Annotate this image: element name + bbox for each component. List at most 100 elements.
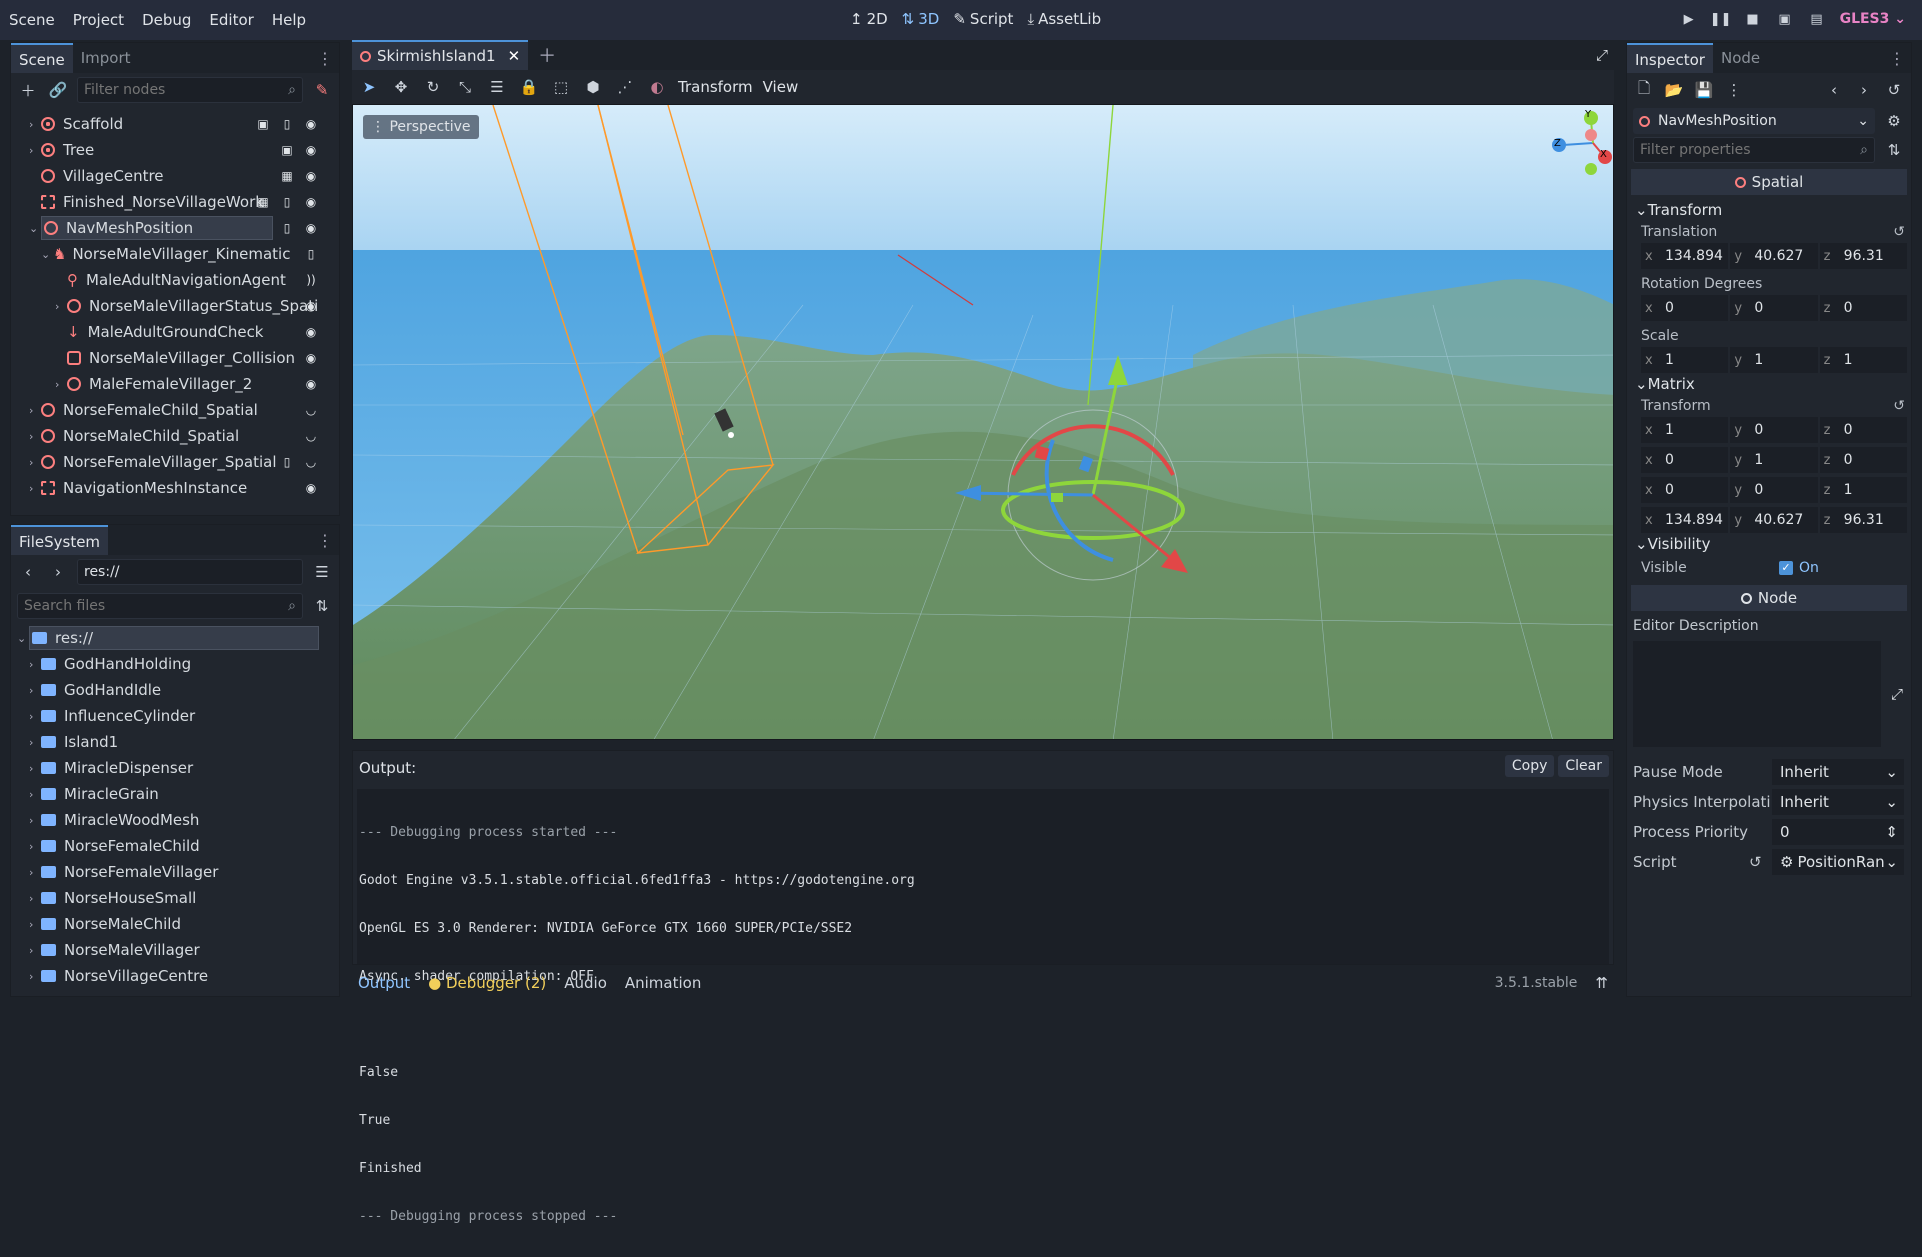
copy-button[interactable]: Copy <box>1504 755 1555 777</box>
filter-nodes-field[interactable] <box>84 82 289 98</box>
tab-audio[interactable]: Audio <box>564 974 607 992</box>
select-mode-icon[interactable]: ➤ <box>358 76 380 98</box>
menu-debug[interactable]: Debug <box>133 11 200 29</box>
back-icon[interactable]: ‹ <box>17 561 39 583</box>
group-icon[interactable]: ⬚ <box>550 76 572 98</box>
hidden-eye-icon[interactable]: ◡ <box>303 454 319 470</box>
pause-icon[interactable]: ❚❚ <box>1710 10 1732 28</box>
tab-scene[interactable]: Scene <box>11 43 73 73</box>
signal-icon[interactable]: )) <box>303 272 319 288</box>
collapse-icon[interactable]: ⌄ <box>41 248 53 261</box>
matrix-x[interactable]: x0 <box>1641 477 1729 503</box>
hidden-eye-icon[interactable]: ◡ <box>303 402 319 418</box>
local-space-icon[interactable]: ⬢ <box>582 76 604 98</box>
expand-icon[interactable]: › <box>29 970 41 983</box>
section-transform[interactable]: ⌄ Transform <box>1627 199 1911 221</box>
property-settings-icon[interactable]: ⇅ <box>1883 139 1905 161</box>
history-back-icon[interactable]: ‹ <box>1823 79 1845 101</box>
tree-item-norsemalevillager-collision[interactable]: NorseMaleVillager_Collision ◉ <box>11 345 339 371</box>
fullscreen-icon[interactable]: ⤢ <box>1596 46 1608 64</box>
folder-item[interactable]: › MiracleGrain <box>11 781 339 807</box>
filter-properties-field[interactable] <box>1640 142 1861 158</box>
tab-skirmishisland1[interactable]: SkirmishIsland1 ✕ <box>352 40 529 71</box>
menu-editor[interactable]: Editor <box>200 11 262 29</box>
list-select-icon[interactable]: ☰ <box>486 76 508 98</box>
script-icon[interactable]: ▯ <box>279 454 295 470</box>
visibility-eye-icon[interactable]: ◉ <box>303 194 319 210</box>
3d-viewport[interactable]: ⋮ Perspective Y X Z <box>352 104 1614 740</box>
expand-icon[interactable]: › <box>29 762 41 775</box>
tree-item-navigationmeshinstance[interactable]: › NavigationMeshInstance ◉ <box>11 475 339 501</box>
attach-script-icon[interactable]: ✎ <box>311 79 333 101</box>
camera-icon[interactable]: ◐ <box>646 76 668 98</box>
more-icon[interactable]: ⋮ <box>1723 79 1745 101</box>
translation-x[interactable]: x 134.894 <box>1641 243 1729 269</box>
script-icon[interactable]: ▯ <box>303 246 319 262</box>
tab-output[interactable]: Output <box>358 974 410 992</box>
expand-icon[interactable]: › <box>29 404 41 417</box>
tree-item-finished-norsevillagework[interactable]: Finished_NorseVillageWork ▦ ▯ ◉ <box>11 189 339 215</box>
mode-assetlib-button[interactable]: ⤓ AssetLib <box>1027 10 1101 28</box>
expand-icon[interactable]: › <box>29 814 41 827</box>
expand-icon[interactable]: › <box>29 892 41 905</box>
folder-item[interactable]: › NorseFemaleChild <box>11 833 339 859</box>
reset-icon[interactable]: ↺ <box>1893 398 1905 414</box>
script-icon[interactable]: ▯ <box>279 220 295 236</box>
tab-inspector[interactable]: Inspector <box>1627 43 1713 73</box>
forward-icon[interactable]: › <box>47 561 69 583</box>
stop-icon[interactable]: ■ <box>1744 10 1762 28</box>
move-mode-icon[interactable]: ✥ <box>390 76 412 98</box>
snap-icon[interactable]: ⋰ <box>614 76 636 98</box>
tab-debugger[interactable]: ● Debugger (2) <box>428 974 546 992</box>
history-icon[interactable]: ↺ <box>1883 79 1905 101</box>
tab-node[interactable]: Node <box>1713 43 1768 73</box>
visibility-eye-icon[interactable]: ◉ <box>303 298 319 314</box>
tree-item-maleadultnavigationagent[interactable]: ⚲ MaleAdultNavigationAgent)) <box>11 267 339 293</box>
scale-mode-icon[interactable]: ⤡ <box>454 76 476 98</box>
renderer-select[interactable]: GLES3 ⌄ <box>1840 11 1906 27</box>
tree-item-res-root[interactable]: ⌄ res:// <box>11 625 339 651</box>
tab-filesystem[interactable]: FileSystem <box>11 525 109 555</box>
expand-icon[interactable]: › <box>29 144 41 157</box>
visibility-eye-icon[interactable]: ◉ <box>303 168 319 184</box>
tree-item-norsemalevillagerstatus-spatial[interactable]: › NorseMaleVillagerStatus_Spati ◉ <box>11 293 339 319</box>
sort-icon[interactable]: ⇅ <box>311 595 333 617</box>
lock-icon[interactable]: 🔒 <box>518 76 540 98</box>
close-icon[interactable]: ✕ <box>508 41 521 71</box>
dock-menu-icon[interactable]: ⋮ <box>1889 49 1905 68</box>
script-icon[interactable]: ▯ <box>279 116 295 132</box>
dock-menu-icon[interactable]: ⋮ <box>317 49 333 68</box>
rotate-mode-icon[interactable]: ↻ <box>422 76 444 98</box>
mode-3d-button[interactable]: ⇅ 3D <box>902 10 940 28</box>
expand-icon[interactable]: › <box>29 658 41 671</box>
section-visibility[interactable]: ⌄ Visibility <box>1627 533 1911 555</box>
visibility-eye-icon[interactable]: ◉ <box>303 142 319 158</box>
play-icon[interactable]: ▶ <box>1680 10 1698 28</box>
add-node-icon[interactable]: ＋ <box>17 79 39 101</box>
hidden-eye-icon[interactable]: ◡ <box>303 428 319 444</box>
editor-description-field[interactable]: ⤢ <box>1633 641 1903 747</box>
save-icon[interactable]: 💾 <box>1693 79 1715 101</box>
expand-icon[interactable]: › <box>29 736 41 749</box>
expand-icon[interactable]: › <box>29 118 41 131</box>
folder-item[interactable]: › MiracleDispenser <box>11 755 339 781</box>
visibility-eye-icon[interactable]: ◉ <box>303 376 319 392</box>
expand-icon[interactable]: › <box>29 918 41 931</box>
expand-icon[interactable]: › <box>29 482 41 495</box>
matrix-x[interactable]: x 134.894 <box>1641 507 1729 533</box>
pause-mode-select[interactable]: Inherit ⌄ <box>1772 759 1904 785</box>
expand-icon[interactable]: › <box>29 710 41 723</box>
reset-icon[interactable]: ↺ <box>1893 224 1905 240</box>
folder-item[interactable]: › NorseMaleVillager <box>11 937 339 963</box>
clapper-icon[interactable]: ▦ <box>279 168 295 184</box>
matrix-z[interactable]: z 96.31 <box>1819 507 1907 533</box>
instance-icon[interactable]: ▣ <box>279 142 295 158</box>
folder-item[interactable]: › MiracleWoodMesh <box>11 807 339 833</box>
search-files-input[interactable]: ⌕ <box>17 593 303 619</box>
play-custom-scene-icon[interactable]: ▤ <box>1808 10 1826 28</box>
rotation-y[interactable]: y0 <box>1730 295 1818 321</box>
add-tab-icon[interactable]: ＋ <box>538 42 556 68</box>
expand-icon[interactable]: › <box>29 840 41 853</box>
matrix-x[interactable]: x0 <box>1641 447 1729 473</box>
matrix-y[interactable]: y0 <box>1730 477 1818 503</box>
